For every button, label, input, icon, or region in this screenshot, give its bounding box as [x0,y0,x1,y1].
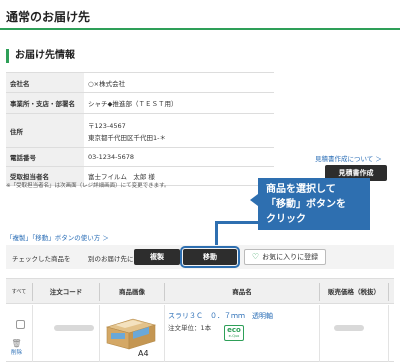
order-code-redacted [54,325,94,331]
header-price: 販売価格（税抜） [328,287,380,296]
trash-icon: 🗑 [11,339,22,348]
label-department: 事業所・支店・部署名 [6,92,84,114]
action-bar: チェックした商品を 別のお届け先に 複製 移動 ♡ お気に入りに登録 [6,245,394,269]
value-department: シャチ◆推進部（ＴＥＳＴ用） [84,92,274,114]
recipient-note: ※「受取担当者名」は次画面（レジ詳細画面）にて変更できます。 [6,183,170,189]
callout-tail [250,194,258,206]
order-unit: 注文単位：1本 [168,324,212,332]
copy-button[interactable]: 複製 [134,249,180,265]
label-address: 住所 [6,113,84,148]
action-label-checked: チェックした商品を [12,255,71,263]
callout-line-2: 「移動」ボタンを [266,199,346,210]
row-separator [319,305,320,362]
callout-pointer-horizontal [215,221,259,224]
product-image-label: A4 [138,349,149,358]
action-label-other-destination: 別のお届け先に [88,255,134,263]
eco-badge-bottom: e-Quo [228,334,240,338]
price-redacted [334,325,364,331]
callout-line-3: クリック [266,214,306,225]
row-separator [99,305,100,362]
row-separator [388,305,389,362]
header-product-name: 商品名 [232,287,252,296]
add-favorite-label: お気に入りに登録 [262,253,319,261]
section-heading: お届け先情報 [6,49,75,63]
row-separator [164,305,165,362]
header-select-all[interactable]: すべて [6,279,32,305]
heart-icon: ♡ [251,252,260,261]
add-favorite-button[interactable]: ♡ お気に入りに登録 [244,249,326,265]
product-image[interactable] [103,313,159,351]
product-table-header: すべて 注文コード 商品画像 商品名 販売価格（税抜） [6,278,394,304]
callout-line-1: 商品を選択して [266,184,336,195]
table-row: 🗑 削除 A4 スラリ３Ｃ ０．７ｍｍ 透明軸 注文単位：1本 eco e-Qu… [6,305,394,362]
eco-badge-top: eco [227,326,241,334]
delete-button[interactable]: 🗑 削除 [11,339,22,356]
value-address: 〒123-4567 東京都千代田区千代田1-＊ [84,113,274,148]
value-postal-code: 〒123-4567 [88,121,126,130]
value-company: ○×株式会社 [84,72,274,93]
title-divider [0,28,400,30]
label-company: 会社名 [6,72,84,93]
delivery-info-table: 会社名 ○×株式会社 事業所・支店・部署名 シャチ◆推進部（ＴＥＳＴ用） 住所 … [6,72,274,186]
value-phone: 03-1234-5678 [84,147,274,167]
label-phone: 電話番号 [6,147,84,167]
row-checkbox[interactable] [16,320,25,329]
eco-badge: eco e-Quo [224,325,244,341]
page-title: 通常のお届け先 [6,10,91,24]
header-product-image: 商品画像 [119,287,145,296]
header-separator [388,283,389,301]
product-name-link[interactable]: スラリ３Ｃ ０．７ｍｍ 透明軸 [168,311,273,321]
row-separator [32,305,33,362]
delete-label: 削除 [11,350,23,356]
move-button[interactable]: 移動 [180,246,240,268]
header-order-code: 注文コード [49,287,83,296]
howto-link[interactable]: 「複製」「移動」ボタンの使い方 ＞ [6,232,109,242]
value-street: 東京都千代田区千代田1-＊ [88,133,166,142]
quote-info-link[interactable]: 見積書作成について ＞ [315,153,382,163]
instruction-callout: 商品を選択して 「移動」ボタンを クリック [258,178,370,230]
